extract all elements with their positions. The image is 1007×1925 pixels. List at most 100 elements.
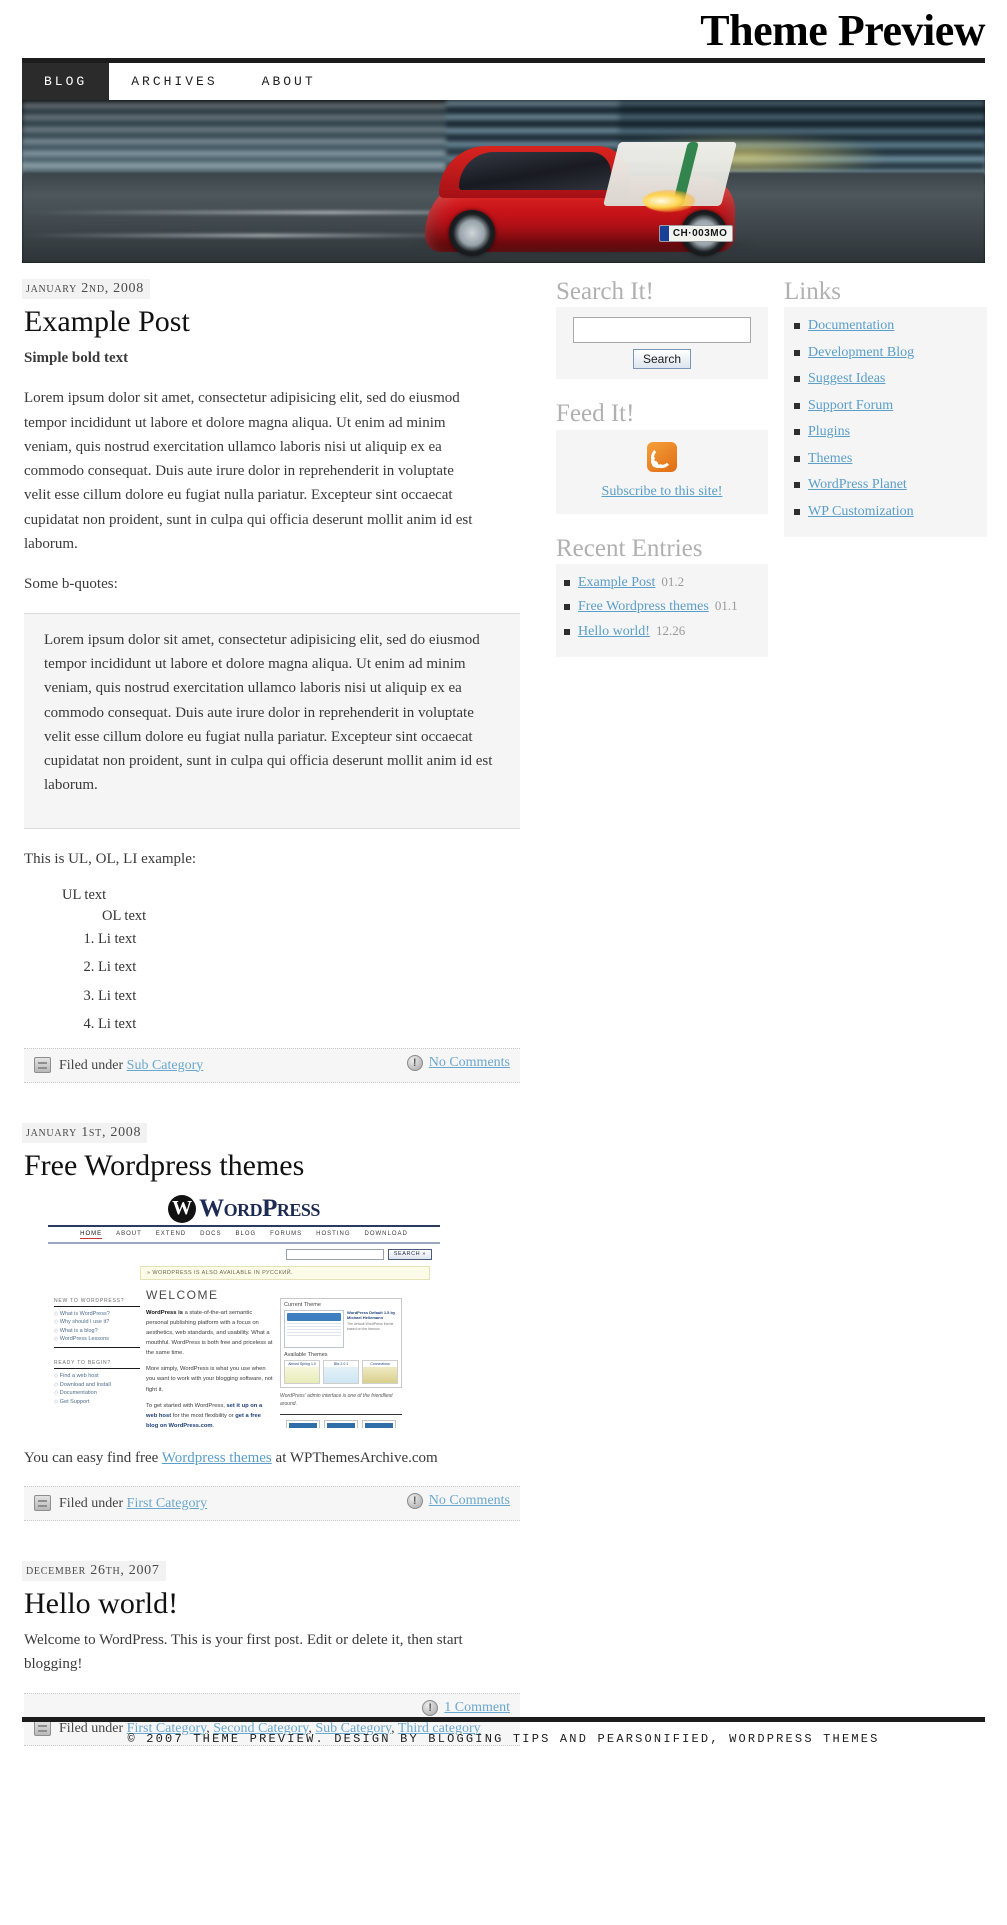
content-area: January 2nd, 2008 Example Post Simple bo… [22, 263, 987, 1760]
search-button[interactable]: Search [632, 349, 692, 370]
wp-body: NEW TO WORDPRESS? What is WordPress? Why… [48, 1284, 440, 1428]
wp-panel-title: Current Theme [284, 1301, 321, 1308]
nav-item-blog[interactable]: Blog [22, 63, 110, 100]
wp-nav-home: HOME [80, 1230, 103, 1239]
post-comments: 1 Comment [422, 1699, 510, 1716]
feed-widget-body: Subscribe to this site! [556, 429, 768, 514]
widget-recent-entries: Recent Entries Example Post 01.2 Free Wor… [556, 535, 768, 658]
blockquote-lead: Some b-quotes: [24, 576, 118, 593]
list-item: WP Customization [794, 503, 979, 530]
banner-scene: CH·003MO [22, 100, 985, 263]
wp-thumb-line [287, 1325, 341, 1328]
post-date: January 2nd, 2008 [22, 279, 150, 299]
wp-theme-card-preview [324, 1366, 358, 1383]
wp-nav: HOME ABOUT EXTEND DOCS BLOG FORUMS HOSTI… [48, 1227, 440, 1242]
widget-title-feed: Feed It! [556, 400, 635, 428]
list-item: Themes [794, 450, 979, 477]
list-item: Documentation [794, 317, 979, 344]
wp-para1-rest: a state-of-the-art semantic personal pub… [146, 1309, 273, 1357]
category-link[interactable]: First Category [127, 1496, 208, 1511]
post-comments: No Comments [406, 1054, 510, 1071]
post-title[interactable]: Free Wordpress themes [24, 1149, 538, 1182]
wp-nav-download: DOWNLOAD [364, 1230, 408, 1237]
car-wheel-rear [448, 209, 495, 256]
site-header: Theme Preview [0, 0, 1007, 58]
main-column: January 2nd, 2008 Example Post Simple bo… [22, 279, 538, 1760]
post-categories: Filed under Sub Category [34, 1055, 203, 1076]
comments-link[interactable]: 1 Comment [444, 1700, 510, 1716]
post-title[interactable]: Hello world! [24, 1587, 538, 1620]
wp-logo: W WordPress [48, 1190, 440, 1224]
wp-p3-end: . [212, 1423, 215, 1428]
list-item: Development Blog [794, 344, 979, 371]
wp-search-bar: SEARCH » [48, 1244, 440, 1264]
wp-nav-forums: FORUMS [270, 1230, 303, 1237]
plate-number: CH·003MO [672, 227, 728, 239]
wp-left-head-2: READY TO BEGIN? [54, 1360, 140, 1370]
car-headlight [642, 189, 695, 212]
recent-entry-link[interactable]: Hello world! [578, 624, 650, 639]
post-categories: Filed under First Category [34, 1493, 207, 1514]
wp-left-divider [54, 1347, 140, 1349]
wp-left-link: WordPress Lessons [54, 1336, 140, 1342]
wp-nav-extend: EXTEND [155, 1230, 187, 1237]
link-development-blog[interactable]: Development Blog [808, 345, 914, 360]
wp-nav-hosting: HOSTING [316, 1230, 351, 1237]
comments-link[interactable]: No Comments [429, 1493, 510, 1509]
widget-search: Search It! Search [556, 278, 768, 380]
caption-before: You can easy find free [24, 1449, 162, 1466]
site-title: Theme Preview [700, 6, 985, 55]
wordpress-logo-icon: W [168, 1194, 197, 1223]
wp-theme-card: Almost Spring 1.0 [284, 1359, 320, 1384]
wp-left-head-1: NEW TO WORDPRESS? [54, 1298, 140, 1307]
recent-entry-date: 01.1 [714, 598, 738, 614]
nav-item-archives[interactable]: Archives [109, 63, 239, 100]
list-item: Free Wordpress themes 01.1 [564, 598, 760, 623]
wordpress-themes-link[interactable]: Wordpress themes [162, 1450, 272, 1466]
wp-left-link: Get Support [54, 1399, 140, 1405]
rss-icon[interactable] [647, 441, 677, 472]
link-wordpress-planet[interactable]: WordPress Planet [808, 477, 907, 492]
recent-entry-link[interactable]: Free Wordpress themes [578, 599, 709, 614]
wp-search-input [285, 1248, 384, 1260]
wp-language-notice: » WORDPRESS IS ALSO AVAILABLE IN РУССКИЙ… [140, 1265, 430, 1280]
link-support-forum[interactable]: Support Forum [808, 398, 893, 413]
link-wp-customization[interactable]: WP Customization [808, 504, 914, 519]
wp-divider [280, 1413, 402, 1415]
wp-theme-card-preview [285, 1366, 319, 1383]
page-root: Theme Preview Blog Archives About [0, 0, 1007, 1760]
wp-left-link: What is WordPress? [54, 1311, 140, 1317]
widget-title-links: Links [784, 278, 841, 305]
wp-middle-column: WELCOME WordPress is a state-of-the-art … [146, 1284, 274, 1428]
category-link[interactable]: Sub Category [127, 1058, 204, 1073]
post-free-wordpress-themes: January 1st, 2008 Free Wordpress themes … [22, 1122, 538, 1521]
wp-available-themes-label: Available Themes [284, 1351, 328, 1358]
nav-item-about[interactable]: About [240, 63, 338, 100]
list-item: Li text [98, 931, 538, 948]
post-comments: No Comments [406, 1492, 510, 1509]
link-plugins[interactable]: Plugins [808, 424, 850, 439]
filed-under-label: Filed under [59, 1495, 124, 1511]
wp-current-theme-panel: Current Theme WordPress Default 1.5 by M… [280, 1297, 402, 1388]
car-windshield [458, 151, 611, 190]
wp-nav-about: ABOUT [116, 1230, 142, 1237]
link-suggest-ideas[interactable]: Suggest Ideas [808, 371, 885, 386]
wp-panel-text: WordPress Default 1.5 by Michael Heilema… [347, 1310, 398, 1348]
wp-nav-blog: BLOG [235, 1230, 257, 1237]
post-blockquote: Lorem ipsum dolor sit amet, consectetur … [24, 612, 520, 829]
link-themes[interactable]: Themes [808, 451, 852, 466]
post-title[interactable]: Example Post [24, 305, 538, 338]
folder-icon [34, 1056, 51, 1073]
wp-theme-card-preview [363, 1366, 397, 1383]
comment-icon [422, 1699, 439, 1716]
recent-entry-date: 12.26 [655, 622, 686, 638]
recent-entry-link[interactable]: Example Post [578, 575, 655, 590]
post-date: January 1st, 2008 [22, 1122, 148, 1143]
comments-link[interactable]: No Comments [429, 1055, 510, 1071]
subscribe-link[interactable]: Subscribe to this site! [602, 484, 723, 499]
ferrari-car: CH·003MO [424, 132, 737, 256]
search-input[interactable] [573, 317, 751, 344]
post-meta: Filed under First Category No Comments [24, 1485, 520, 1521]
sidebar-middle: Search It! Search Feed It! Subscribe to … [556, 278, 768, 679]
link-documentation[interactable]: Documentation [808, 318, 894, 333]
